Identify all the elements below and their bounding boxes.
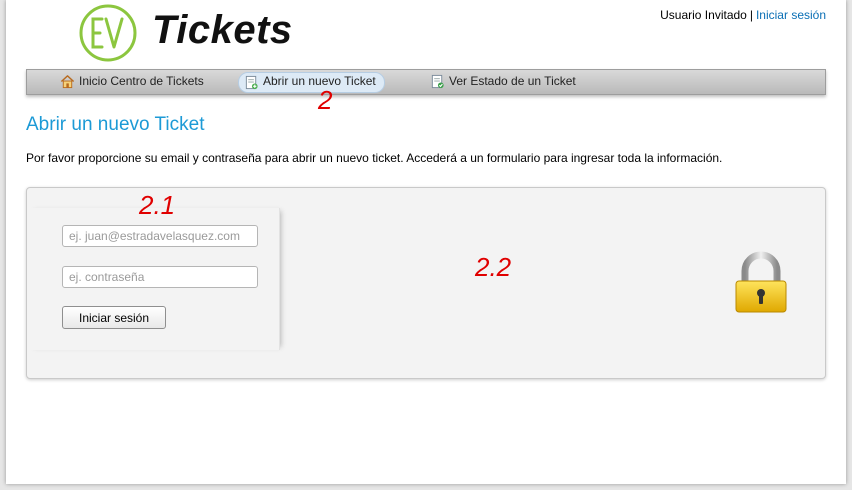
page: Tickets Usuario Invitado | Iniciar sesión … [6, 0, 846, 484]
page-title: Abrir un nuevo Ticket [26, 114, 205, 135]
lock-icon [735, 251, 787, 313]
nav-item-home[interactable]: Inicio Centro de Tickets [55, 72, 212, 91]
separator: | [749, 8, 753, 22]
guest-user-label: Usuario Invitado [660, 8, 747, 22]
nav-label-ticket-status: Ver Estado de un Ticket [449, 74, 576, 88]
home-icon [60, 75, 75, 89]
main-nav: Inicio Centro de Tickets Abrir un nuevo … [26, 69, 826, 95]
login-panel: 2.1 Iniciar sesión 2.2 [26, 187, 826, 379]
nav-item-ticket-status[interactable]: Ver Estado de un Ticket [425, 72, 584, 91]
nav-label-home: Inicio Centro de Tickets [79, 74, 204, 88]
login-form: Iniciar sesión [27, 208, 280, 350]
nav-item-new-ticket[interactable]: Abrir un nuevo Ticket [238, 72, 385, 93]
login-link[interactable]: Iniciar sesión [756, 8, 826, 22]
new-ticket-icon [245, 75, 258, 90]
annotation-panel: 2.2 [475, 252, 512, 282]
user-area: Usuario Invitado | Iniciar sesión [660, 8, 826, 22]
password-field[interactable] [62, 266, 258, 288]
email-field[interactable] [62, 225, 258, 247]
login-button[interactable]: Iniciar sesión [62, 306, 166, 329]
annotation-nav: 2 [318, 85, 333, 115]
ticket-status-icon [431, 74, 444, 89]
intro-text: Por favor proporcione su email y contras… [26, 151, 723, 165]
logo-text: Tickets [152, 8, 293, 52]
